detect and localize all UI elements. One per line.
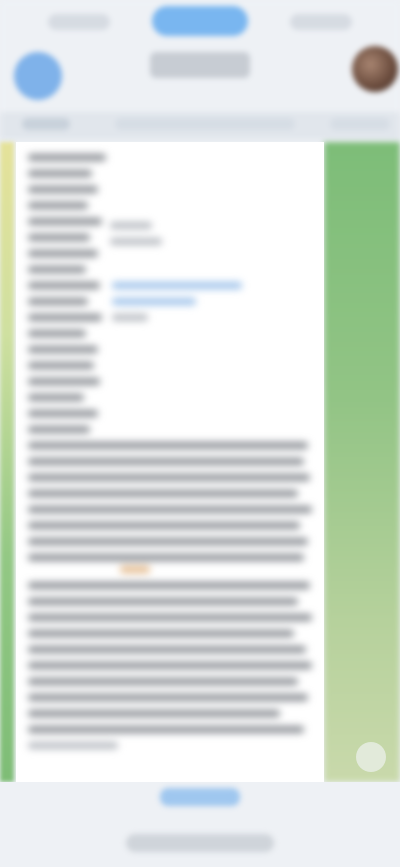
page-title xyxy=(150,52,250,78)
text-line xyxy=(28,614,312,621)
text-line xyxy=(28,678,298,685)
text-line xyxy=(28,394,84,401)
text-line xyxy=(28,474,310,481)
text-line xyxy=(28,170,92,177)
screen xyxy=(0,0,400,867)
toolbar-chip[interactable] xyxy=(115,118,295,130)
text-line xyxy=(28,522,300,529)
toolbar-chip[interactable] xyxy=(22,118,70,130)
bottom-bar xyxy=(0,782,400,867)
text-line xyxy=(28,378,100,385)
text-line xyxy=(28,646,306,653)
text-line xyxy=(28,298,88,305)
right-panel xyxy=(324,142,400,782)
tab-right[interactable] xyxy=(290,14,352,30)
text-line xyxy=(28,554,304,561)
text-line xyxy=(110,222,152,229)
text-line xyxy=(28,582,310,589)
text-line xyxy=(28,234,90,241)
floating-button[interactable] xyxy=(356,742,386,772)
text-line xyxy=(28,330,86,337)
text-line xyxy=(28,282,100,289)
text-line xyxy=(28,490,298,497)
link-line[interactable] xyxy=(112,298,196,305)
text-line xyxy=(112,314,148,321)
text-line xyxy=(28,742,118,749)
tab-center[interactable] xyxy=(152,6,248,36)
text-line xyxy=(110,238,162,245)
menu-icon[interactable] xyxy=(14,52,62,100)
text-line xyxy=(28,346,98,353)
toolbar xyxy=(0,112,400,140)
link-line[interactable] xyxy=(112,282,242,289)
text-line xyxy=(28,202,88,209)
text-line xyxy=(28,218,102,225)
bottom-link[interactable] xyxy=(160,788,240,806)
text-line xyxy=(28,410,98,417)
text-line xyxy=(28,186,98,193)
text-line xyxy=(28,726,304,733)
text-line xyxy=(28,710,280,717)
text-line xyxy=(28,662,312,669)
text-line xyxy=(28,266,86,273)
text-line xyxy=(28,314,102,321)
toolbar-chip[interactable] xyxy=(330,118,390,130)
text-line xyxy=(28,506,312,513)
document-content xyxy=(16,142,324,782)
text-line xyxy=(28,154,106,161)
home-indicator xyxy=(126,834,274,852)
avatar[interactable] xyxy=(352,46,398,92)
text-line xyxy=(28,426,90,433)
tab-left[interactable] xyxy=(48,14,110,30)
text-line xyxy=(28,694,308,701)
text-line xyxy=(28,538,308,545)
text-line xyxy=(28,362,94,369)
text-line xyxy=(28,630,294,637)
text-line xyxy=(28,458,304,465)
text-line xyxy=(28,442,308,449)
left-panel xyxy=(0,142,14,782)
document-page xyxy=(16,142,324,782)
top-bar xyxy=(0,0,400,142)
highlight-mark xyxy=(120,566,150,573)
text-line xyxy=(28,598,298,605)
text-line xyxy=(28,250,98,257)
